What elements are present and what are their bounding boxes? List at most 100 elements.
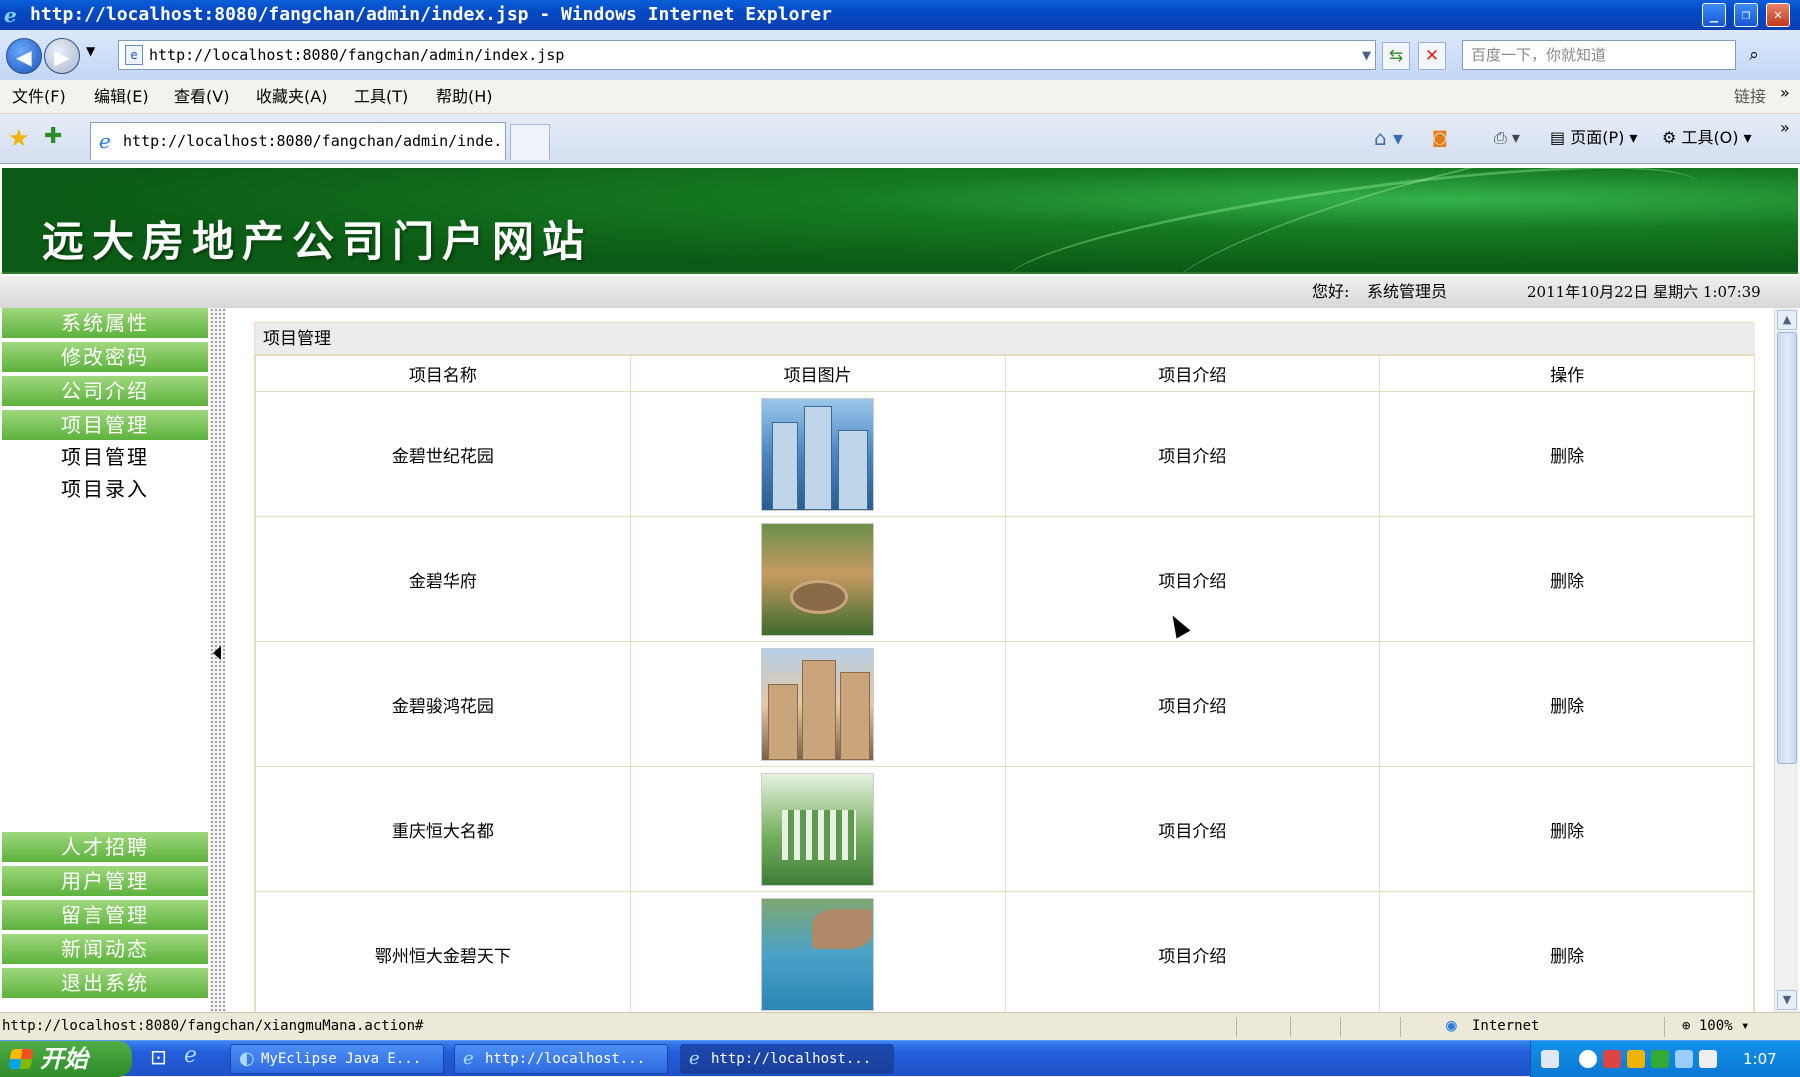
feeds-icon[interactable]: ◙ — [1432, 126, 1448, 150]
volume-icon[interactable] — [1699, 1050, 1717, 1068]
project-name: 金碧骏鸿花园 — [255, 641, 631, 767]
tray-app-icon[interactable] — [1603, 1050, 1621, 1068]
column-header-action: 操作 — [1379, 355, 1755, 392]
stop-icon[interactable]: ✕ — [1418, 42, 1446, 70]
page-menu[interactable]: ▤ 页面(P) ▾ — [1550, 126, 1637, 150]
status-separator — [1664, 1017, 1665, 1037]
minimize-button[interactable]: _ — [1702, 3, 1726, 27]
add-favorite-icon[interactable]: ✚ — [44, 124, 62, 149]
column-header-image: 项目图片 — [629, 355, 1006, 392]
status-separator — [1290, 1017, 1291, 1037]
new-tab-button[interactable] — [510, 124, 550, 160]
user-info-bar: 您好: 系统管理员 2011年10月22日 星期六 1:07:39 — [0, 276, 1800, 308]
delete-link[interactable]: 删除 — [1379, 766, 1755, 892]
back-button[interactable]: ◀ — [6, 38, 42, 74]
status-url: http://localhost:8080/fangchan/xiangmuMa… — [2, 1018, 424, 1034]
print-icon[interactable]: ⎙ ▾ — [1494, 126, 1520, 150]
search-icon[interactable]: ⌕ — [1740, 42, 1768, 70]
chevron-left-icon[interactable] — [1579, 1050, 1597, 1068]
status-separator — [1400, 1017, 1401, 1037]
menu-edit[interactable]: 编辑(E) — [94, 86, 149, 108]
tray-app-icon[interactable] — [1627, 1050, 1645, 1068]
delete-link[interactable]: 删除 — [1379, 391, 1755, 517]
menu-view[interactable]: 查看(V) — [174, 86, 229, 108]
forward-button[interactable]: ▶ — [44, 38, 80, 74]
menu-tools[interactable]: 工具(T) — [354, 86, 408, 108]
sidebar-item-message-management[interactable]: 留言管理 — [2, 900, 208, 932]
history-dropdown-icon[interactable]: ▼ — [86, 44, 95, 58]
status-separator — [1340, 1017, 1341, 1037]
menu-help[interactable]: 帮助(H) — [436, 86, 493, 108]
sidebar-item-company-intro[interactable]: 公司介绍 — [2, 376, 208, 408]
user-name: 系统管理员 — [1367, 282, 1448, 301]
maximize-button[interactable]: ❐ — [1734, 3, 1758, 27]
address-dropdown-icon[interactable]: ▼ — [1362, 41, 1371, 69]
admin-sidebar: 系统属性 修改密码 公司介绍 项目管理 项目管理 项目录入 人才招聘 用户管理 … — [0, 308, 210, 1012]
start-button[interactable]: 开始 — [0, 1041, 132, 1077]
sidebar-item-change-password[interactable]: 修改密码 — [2, 342, 208, 374]
chevron-right-icon[interactable]: » — [1780, 116, 1790, 140]
collapse-arrow-icon[interactable] — [213, 646, 221, 660]
scroll-up-icon[interactable]: ▲ — [1777, 310, 1797, 330]
current-datetime: 2011年10月22日 星期六 1:07:39 — [1527, 283, 1761, 301]
zoom-level: 100% — [1698, 1018, 1733, 1034]
sidebar-item-user-management[interactable]: 用户管理 — [2, 866, 208, 898]
chevron-right-icon[interactable]: » — [1780, 82, 1790, 104]
windows-flag-icon — [8, 1049, 34, 1069]
taskbar-item-myeclipse[interactable]: ◐ MyEclipse Java E... — [230, 1044, 444, 1074]
project-name: 重庆恒大名都 — [255, 766, 631, 892]
project-image-aerial-green-estate — [761, 772, 875, 886]
system-tray: 1:07 — [1530, 1041, 1800, 1077]
address-toolbar: ◀ ▶ ▼ e http://localhost:8080/fangchan/a… — [0, 30, 1800, 80]
search-input[interactable]: 百度一下，你就知道 — [1462, 40, 1736, 70]
scrollbar-thumb[interactable] — [1777, 332, 1797, 764]
taskbar-item-ie-2[interactable]: e http://localhost... — [680, 1044, 894, 1074]
tab-label: http://localhost:8080/fangchan/admin/ind… — [123, 132, 506, 150]
tools-menu[interactable]: ⚙ 工具(O) ▾ — [1662, 126, 1752, 150]
window-title: http://localhost:8080/fangchan/admin/ind… — [30, 4, 832, 25]
project-intro-link[interactable]: 项目介绍 — [1004, 516, 1381, 642]
tray-app-icon[interactable] — [1651, 1050, 1669, 1068]
page-scrollbar[interactable]: ▲ ▼ — [1774, 308, 1798, 1012]
project-name: 金碧华府 — [255, 516, 631, 642]
zoom-control[interactable]: ⊕ 100% ▾ — [1682, 1013, 1749, 1039]
project-panel: 项目管理 项目名称 项目图片 项目介绍 操作 金碧世纪花园 项目介绍 删除 金碧… — [254, 322, 1755, 1012]
sidebar-item-news[interactable]: 新闻动态 — [2, 934, 208, 966]
sidebar-item-project-management[interactable]: 项目管理 — [2, 410, 208, 442]
project-image-cell — [629, 891, 1006, 1012]
close-button[interactable]: ✕ — [1766, 3, 1790, 27]
status-separator — [1236, 1017, 1237, 1037]
project-intro-link[interactable]: 项目介绍 — [1004, 891, 1381, 1012]
network-icon[interactable] — [1675, 1050, 1693, 1068]
project-intro-link[interactable]: 项目介绍 — [1004, 766, 1381, 892]
sidebar-item-recruitment[interactable]: 人才招聘 — [2, 832, 208, 864]
refresh-icon[interactable]: ⇆ — [1382, 42, 1410, 70]
links-label[interactable]: 链接 — [1734, 86, 1766, 108]
browser-tab-active[interactable]: e http://localhost:8080/fangchan/admin/i… — [90, 122, 506, 160]
sidebar-sublink-project-entry[interactable]: 项目录入 — [2, 474, 208, 504]
scroll-down-icon[interactable]: ▼ — [1777, 990, 1797, 1010]
taskbar-item-ie-1[interactable]: e http://localhost... — [454, 1044, 668, 1074]
main-content: 项目管理 项目名称 项目图片 项目介绍 操作 金碧世纪花园 项目介绍 删除 金碧… — [226, 308, 1774, 1012]
sidebar-sublink-project-management[interactable]: 项目管理 — [2, 442, 208, 472]
menu-file[interactable]: 文件(F) — [12, 86, 66, 108]
project-intro-link[interactable]: 项目介绍 — [1004, 641, 1381, 767]
ie-quicklaunch-icon[interactable]: e — [184, 1043, 197, 1068]
home-icon[interactable]: ⌂ ▾ — [1374, 126, 1403, 150]
sidebar-item-logout[interactable]: 退出系统 — [2, 968, 208, 1000]
sidebar-item-system-properties[interactable]: 系统属性 — [2, 308, 208, 340]
project-table: 项目名称 项目图片 项目介绍 操作 金碧世纪花园 项目介绍 删除 金碧华府 项目… — [255, 355, 1755, 1012]
menu-favorites[interactable]: 收藏夹(A) — [256, 86, 327, 108]
project-image-cell — [629, 391, 1006, 517]
delete-link[interactable]: 删除 — [1379, 641, 1755, 767]
desktop-icon[interactable]: ⊡ — [150, 1045, 167, 1069]
address-input[interactable]: e http://localhost:8080/fangchan/admin/i… — [118, 40, 1376, 70]
delete-link[interactable]: 删除 — [1379, 516, 1755, 642]
project-intro-link[interactable]: 项目介绍 — [1004, 391, 1381, 517]
delete-link[interactable]: 删除 — [1379, 891, 1755, 1012]
task-label: http://localhost... — [485, 1051, 646, 1067]
keyboard-icon[interactable] — [1541, 1050, 1559, 1068]
favorites-star-icon[interactable]: ★ — [8, 124, 30, 152]
sidebar-splitter[interactable] — [210, 308, 226, 1012]
table-row: 重庆恒大名都 项目介绍 删除 — [255, 766, 1755, 892]
